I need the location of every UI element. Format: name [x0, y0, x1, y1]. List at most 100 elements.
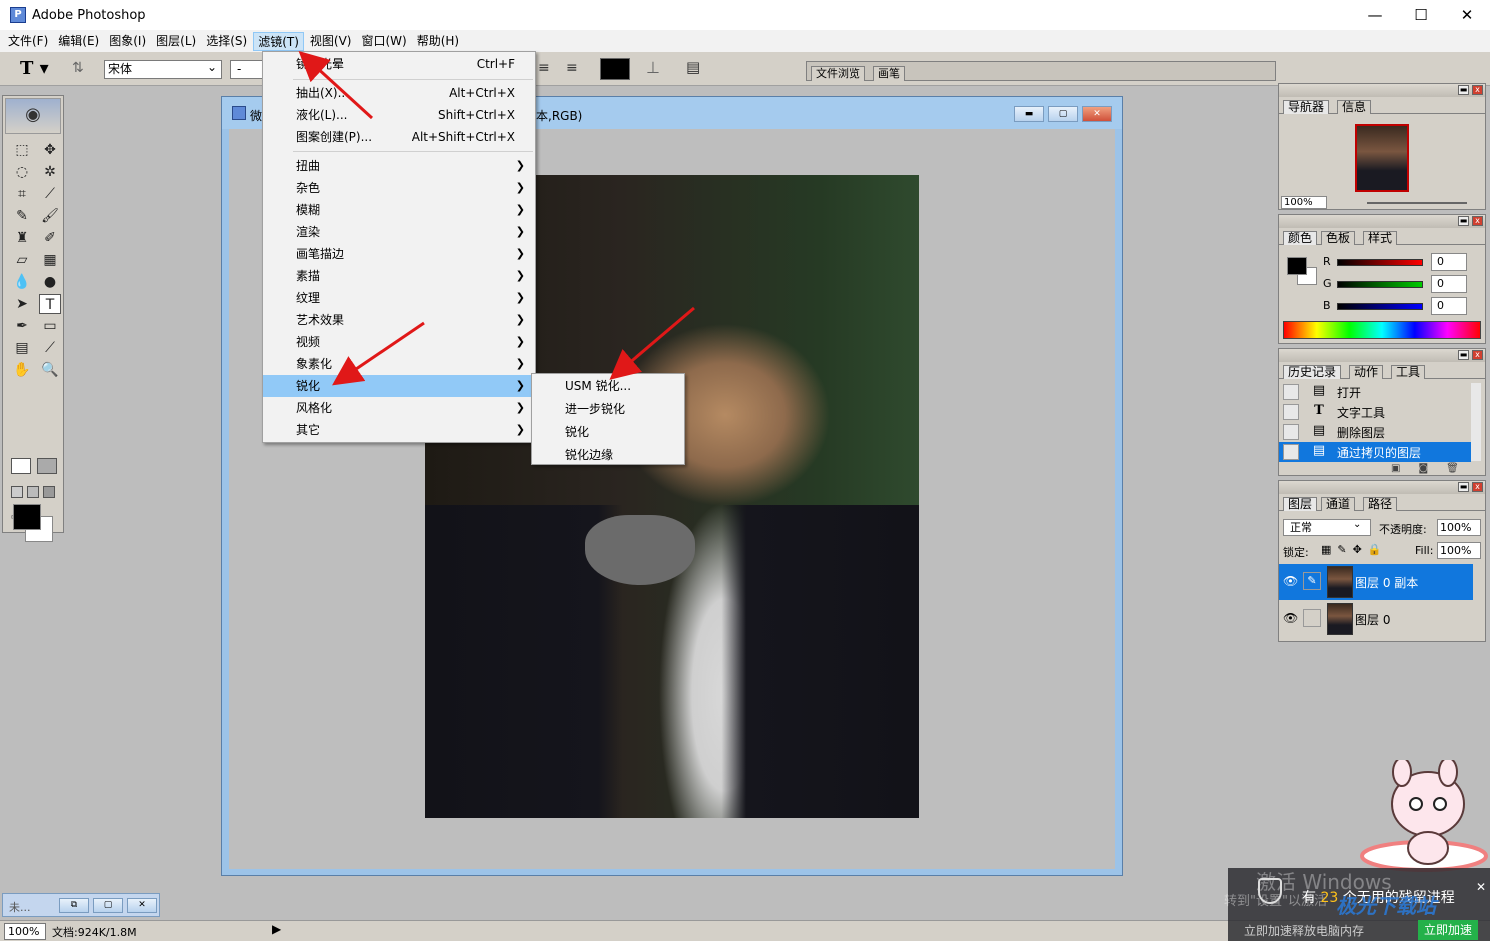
status-menu-triangle-icon[interactable]: ▶ [272, 922, 281, 936]
tab-color[interactable]: 颜色 [1283, 231, 1318, 245]
panel-close-icon[interactable]: x [1472, 85, 1483, 95]
speedup-button[interactable]: 立即加速 [1418, 920, 1478, 940]
tab-paths[interactable]: 路径 [1363, 497, 1398, 511]
clone-stamp-icon[interactable]: ♜ [11, 228, 33, 248]
menu-item-distort[interactable]: 扭曲 ❯ [263, 155, 535, 177]
status-zoom-field[interactable]: 100% [4, 923, 46, 940]
blue-slider[interactable] [1337, 303, 1423, 310]
eye-icon[interactable]: 👁 [1283, 574, 1298, 588]
minimize-icon[interactable]: — [1352, 0, 1398, 30]
navigator-thumbnail[interactable] [1355, 124, 1409, 192]
palettes-icon[interactable]: ▤ [686, 58, 700, 76]
history-scrollbar[interactable] [1471, 383, 1481, 461]
history-brush-checkbox[interactable] [1283, 404, 1299, 420]
history-item[interactable]: T 文字工具 [1279, 402, 1477, 422]
align-center-icon[interactable]: ≡ [538, 60, 550, 76]
dodge-tool-icon[interactable]: ● [39, 272, 61, 292]
menu-file[interactable]: 文件(F) [4, 32, 52, 51]
font-style-select[interactable]: - [230, 60, 264, 79]
tab-tool-presets[interactable]: 工具 [1391, 365, 1426, 379]
history-item-selected[interactable]: ▤ 通过拷贝的图层 [1279, 442, 1471, 462]
warp-text-icon[interactable]: ⊥ [646, 58, 660, 77]
magic-wand-icon[interactable]: ✲ [39, 162, 61, 182]
history-item[interactable]: ▤ 打开 [1279, 382, 1477, 402]
minimized-document-window[interactable]: 未... ⧉ ▢ ✕ [2, 893, 160, 917]
history-brush-icon[interactable]: ✐ [39, 228, 61, 248]
eraser-tool-icon[interactable]: ▱ [11, 250, 33, 270]
fill-field[interactable]: 100% [1437, 542, 1481, 559]
screen-mode-full-menu-icon[interactable] [27, 486, 39, 498]
doc-close-icon[interactable]: ✕ [1082, 106, 1112, 122]
menu-item-brush-strokes[interactable]: 画笔描边 ❯ [263, 243, 535, 265]
slice-tool-icon[interactable]: ⟋ [39, 184, 61, 204]
menu-window[interactable]: 窗口(W) [357, 32, 410, 51]
path-select-icon[interactable]: ➤ [11, 294, 33, 314]
marquee-tool-icon[interactable]: ⬚ [11, 140, 33, 160]
type-tool-icon[interactable]: T ▾ [20, 58, 49, 79]
tab-styles[interactable]: 样式 [1363, 231, 1398, 245]
screen-mode-full-icon[interactable] [43, 486, 55, 498]
history-buttons[interactable]: ▣◙🗑 [1391, 463, 1477, 474]
navigator-zoom-slider[interactable] [1367, 202, 1467, 204]
gradient-tool-icon[interactable]: ▦ [39, 250, 61, 270]
link-box-icon[interactable] [1303, 609, 1321, 627]
blur-tool-icon[interactable]: 💧 [11, 272, 33, 292]
hand-tool-icon[interactable]: ✋ [11, 360, 33, 380]
tab-actions[interactable]: 动作 [1349, 365, 1384, 379]
maximize-icon[interactable]: ☐ [1398, 0, 1444, 30]
menu-item-other[interactable]: 其它 ❯ [263, 419, 535, 441]
red-slider[interactable] [1337, 259, 1423, 266]
text-orientation-icon[interactable]: ⇅ [72, 60, 84, 76]
menu-layer[interactable]: 图层(L) [152, 32, 200, 51]
eye-icon[interactable]: 👁 [1283, 611, 1298, 625]
standard-mode-icon[interactable] [11, 458, 31, 474]
panel-close-icon[interactable]: x [1472, 216, 1483, 226]
menu-item-sketch[interactable]: 素描 ❯ [263, 265, 535, 287]
doc-restore-icon[interactable]: ▢ [1048, 106, 1078, 122]
panel-close-icon[interactable]: x [1472, 482, 1483, 492]
layer-row-selected[interactable]: 👁 ✎ 图层 0 副本 [1279, 564, 1473, 600]
min-maximize-icon[interactable]: ▢ [93, 898, 123, 913]
screen-mode-standard-icon[interactable] [11, 486, 23, 498]
menu-view[interactable]: 视图(V) [306, 32, 356, 51]
menu-item-video[interactable]: 视频 ❯ [263, 331, 535, 353]
move-tool-icon[interactable]: ✥ [39, 140, 61, 160]
menu-item-liquify[interactable]: 液化(L)... Shift+Ctrl+X [263, 104, 535, 126]
panel-minimize-icon[interactable]: ▬ [1458, 482, 1469, 492]
color-swatches[interactable] [13, 504, 57, 544]
submenu-item-sharpen-more[interactable]: 进一步锐化 [532, 398, 684, 420]
menu-filter[interactable]: 滤镜(T) [253, 31, 304, 51]
menu-item-noise[interactable]: 杂色 ❯ [263, 177, 535, 199]
close-icon[interactable]: ✕ [1476, 880, 1486, 894]
menu-item-pixelate[interactable]: 象素化 ❯ [263, 353, 535, 375]
menu-item-lens-flare[interactable]: 镜头光晕 Ctrl+F [263, 53, 535, 75]
min-close-icon[interactable]: ✕ [127, 898, 157, 913]
tab-layers[interactable]: 图层 [1283, 497, 1318, 511]
font-family-select[interactable]: 宋体 [104, 59, 222, 79]
menu-item-render[interactable]: 渲染 ❯ [263, 221, 535, 243]
text-color-swatch[interactable] [600, 58, 630, 80]
menu-item-artistic[interactable]: 艺术效果 ❯ [263, 309, 535, 331]
pen-tool-icon[interactable]: ✒ [11, 316, 33, 336]
menu-select[interactable]: 选择(S) [202, 32, 251, 51]
history-brush-checkbox[interactable] [1283, 444, 1299, 460]
menu-item-stylize[interactable]: 风格化 ❯ [263, 397, 535, 419]
tab-navigator[interactable]: 导航器 [1283, 100, 1330, 114]
red-value-field[interactable]: 0 [1431, 253, 1467, 271]
tab-swatches[interactable]: 色板 [1321, 231, 1356, 245]
brush-tool-icon[interactable]: 🖌 [39, 206, 61, 226]
panel-close-icon[interactable]: x [1472, 350, 1483, 360]
shape-tool-icon[interactable]: ▭ [39, 316, 61, 336]
layer-row[interactable]: 👁 图层 0 [1279, 601, 1473, 637]
green-value-field[interactable]: 0 [1431, 275, 1467, 293]
brush-link-icon[interactable]: ✎ [1303, 572, 1321, 590]
green-slider[interactable] [1337, 281, 1423, 288]
navigator-zoom-field[interactable]: 100% [1281, 196, 1327, 209]
healing-brush-icon[interactable]: ✎ [11, 206, 33, 226]
opacity-field[interactable]: 100% [1437, 519, 1481, 536]
color-fg-swatch[interactable] [1287, 257, 1307, 275]
panel-minimize-icon[interactable]: ▬ [1458, 350, 1469, 360]
menu-item-extract[interactable]: 抽出(X)... Alt+Ctrl+X [263, 82, 535, 104]
panel-minimize-icon[interactable]: ▬ [1458, 85, 1469, 95]
lasso-tool-icon[interactable]: ◌ [11, 162, 33, 182]
